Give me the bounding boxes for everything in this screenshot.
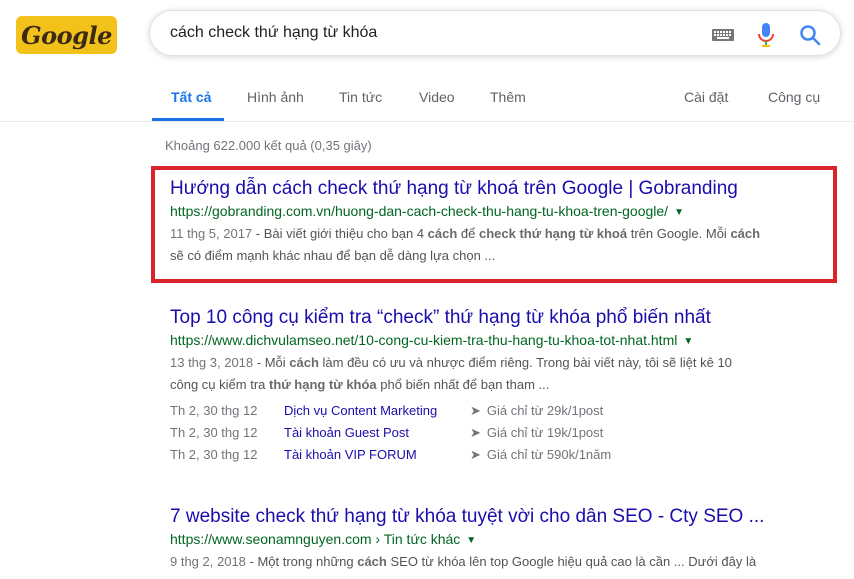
result-title[interactable]: 7 website check thứ hạng từ khóa tuyệt v… bbox=[170, 505, 830, 529]
google-logo[interactable]: Google bbox=[16, 16, 117, 54]
result-stats: Khoảng 622.000 kết quả (0,35 giây) bbox=[165, 138, 372, 153]
snippet-bold: cách bbox=[357, 554, 387, 569]
search-tabs: Tất cả Hình ảnh Tin tức Video Thêm Cài đ… bbox=[0, 80, 854, 122]
active-tab-indicator bbox=[152, 118, 224, 121]
tab-news[interactable]: Tin tức bbox=[339, 89, 382, 105]
snippet-bold: thứ hạng từ khóa bbox=[269, 377, 377, 392]
deal-link[interactable]: Dịch vụ Content Marketing bbox=[284, 400, 437, 422]
search-icon[interactable] bbox=[799, 24, 821, 46]
deal-price-text: Giá chỉ từ 590k/1năm bbox=[486, 447, 612, 462]
search-result: 7 website check thứ hạng từ khóa tuyệt v… bbox=[170, 505, 830, 573]
keyboard-icon[interactable] bbox=[712, 29, 734, 41]
snippet-text: để bbox=[457, 226, 479, 241]
dropdown-arrow-icon[interactable]: ▼ bbox=[674, 207, 684, 218]
deal-link[interactable]: Tài khoản VIP FORUM bbox=[284, 444, 417, 466]
deal-price-text: Giá chỉ từ 29k/1post bbox=[486, 403, 604, 418]
tab-images[interactable]: Hình ảnh bbox=[247, 89, 304, 105]
snippet-text: - Một trong những bbox=[245, 554, 358, 569]
result-url-text[interactable]: https://www.dichvulamseo.net/10-cong-cu-… bbox=[170, 332, 677, 348]
header: Google Tất cả Hình ảnh Tin tức Video Thê… bbox=[0, 0, 854, 122]
snippet-bold: cách bbox=[427, 226, 458, 241]
deal-price: ➤ Giá chỉ từ 590k/1năm bbox=[470, 444, 611, 466]
search-input[interactable] bbox=[170, 21, 690, 45]
snippet-bold: cách bbox=[289, 355, 319, 370]
result-snippet: 11 thg 5, 2017 - Bài viết giới thiệu cho… bbox=[170, 223, 830, 267]
result-url-text[interactable]: https://www.seonamnguyen.com › Tin tức k… bbox=[170, 531, 460, 547]
snippet-text: công cụ kiểm tra bbox=[170, 377, 269, 392]
tab-tools[interactable]: Công cụ bbox=[768, 89, 820, 105]
snippet-bold: check thứ hạng từ khoá bbox=[478, 226, 628, 241]
snippet-text: trên Google. Mỗi bbox=[627, 226, 731, 241]
result-date: 11 thg 5, 2017 bbox=[170, 226, 253, 241]
result-title[interactable]: Top 10 công cụ kiểm tra “check” thứ hạng… bbox=[170, 306, 830, 330]
snippet-text: sẽ có điểm mạnh khác nhau để bạn dễ dàng… bbox=[170, 248, 496, 263]
dropdown-arrow-icon[interactable]: ▼ bbox=[466, 535, 476, 546]
deal-link[interactable]: Tài khoản Guest Post bbox=[284, 422, 409, 444]
result-url: https://gobranding.com.vn/huong-dan-cach… bbox=[170, 201, 830, 223]
arrow-right-icon: ➤ bbox=[470, 447, 481, 462]
logo-text: Google bbox=[21, 20, 112, 50]
result-title[interactable]: Hướng dẫn cách check thứ hạng từ khoá tr… bbox=[170, 177, 830, 201]
tab-more[interactable]: Thêm bbox=[490, 89, 526, 105]
result-snippet: 13 thg 3, 2018 - Mỗi cách làm đều có ưu … bbox=[170, 352, 830, 396]
tab-all[interactable]: Tất cả bbox=[171, 89, 211, 105]
deal-date: Th 2, 30 thg 12 bbox=[170, 403, 258, 418]
tab-video[interactable]: Video bbox=[419, 89, 455, 105]
snippet-text: SEO từ khóa lên top Google hiệu quả cao … bbox=[386, 554, 757, 569]
snippet-text: - Mỗi bbox=[253, 355, 290, 370]
deal-price-text: Giá chỉ từ 19k/1post bbox=[486, 425, 604, 440]
search-result: Top 10 công cụ kiểm tra “check” thứ hạng… bbox=[170, 306, 830, 470]
result-date: 9 thg 2, 2018 bbox=[170, 554, 246, 569]
arrow-right-icon: ➤ bbox=[470, 425, 481, 440]
tab-settings[interactable]: Cài đặt bbox=[684, 89, 728, 105]
deal-price: ➤ Giá chỉ từ 29k/1post bbox=[470, 400, 603, 422]
deal-price: ➤ Giá chỉ từ 19k/1post bbox=[470, 422, 603, 444]
microphone-icon[interactable] bbox=[758, 23, 774, 47]
deal-date: Th 2, 30 thg 12 bbox=[170, 447, 258, 462]
snippet-text: phổ biến nhất để bạn tham ... bbox=[376, 377, 550, 392]
search-result: Hướng dẫn cách check thứ hạng từ khoá tr… bbox=[170, 177, 830, 267]
snippet-bold: cách bbox=[730, 226, 761, 241]
snippet-text: làm đều có ưu và nhược điểm riêng. Trong… bbox=[318, 355, 732, 370]
result-url: https://www.dichvulamseo.net/10-cong-cu-… bbox=[170, 330, 830, 352]
arrow-right-icon: ➤ bbox=[470, 403, 481, 418]
dropdown-arrow-icon[interactable]: ▼ bbox=[683, 336, 693, 347]
search-box bbox=[149, 10, 841, 56]
result-url-text[interactable]: https://gobranding.com.vn/huong-dan-cach… bbox=[170, 203, 668, 219]
result-snippet: 9 thg 2, 2018 - Một trong những cách SEO… bbox=[170, 551, 830, 573]
deal-date: Th 2, 30 thg 12 bbox=[170, 425, 258, 440]
result-url: https://www.seonamnguyen.com › Tin tức k… bbox=[170, 529, 830, 551]
result-date: 13 thg 3, 2018 bbox=[170, 355, 254, 370]
deal-list: Th 2, 30 thg 12 Dịch vụ Content Marketin… bbox=[170, 400, 830, 470]
snippet-text: - Bài viết giới thiệu cho bạn 4 bbox=[252, 226, 428, 241]
